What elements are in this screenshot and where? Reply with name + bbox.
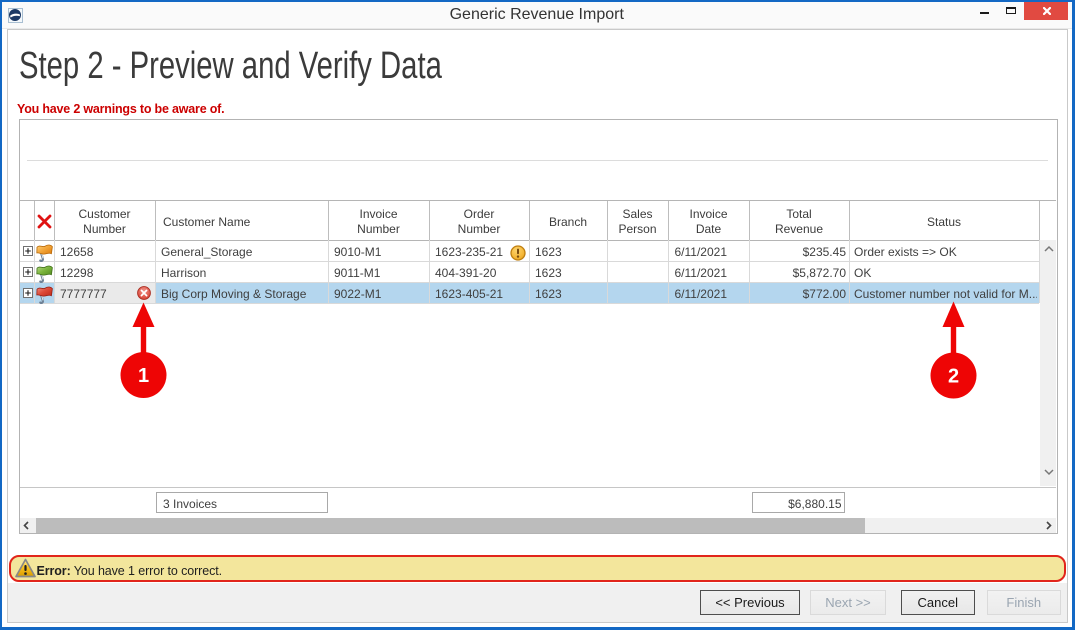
svg-text:2: 2 xyxy=(948,366,959,388)
svg-text:1: 1 xyxy=(138,365,149,387)
